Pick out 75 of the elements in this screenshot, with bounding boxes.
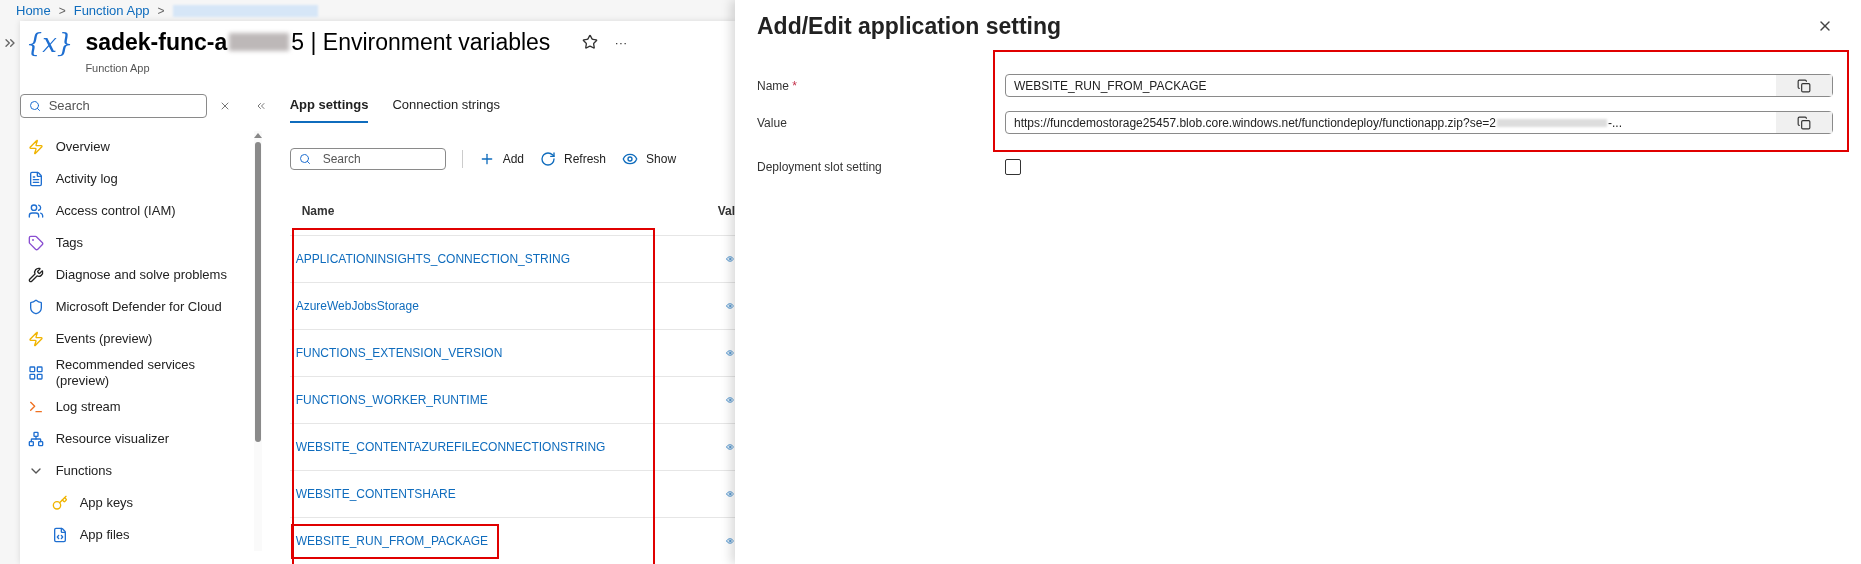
setting-link[interactable]: WEBSITE_CONTENTSHARE	[290, 476, 461, 512]
copy-icon	[1797, 115, 1811, 130]
breadcrumb-link[interactable]: Home	[16, 0, 51, 21]
field-label: Value	[757, 114, 788, 132]
scrollbar[interactable]	[253, 131, 262, 551]
eye-icon[interactable]	[725, 349, 734, 357]
copy-button[interactable]	[1776, 112, 1832, 133]
sidebar-item[interactable]: Recommended services (preview)	[19, 355, 254, 391]
eye-icon[interactable]	[725, 490, 734, 498]
key-icon	[51, 495, 68, 511]
setting-link[interactable]: FUNCTIONS_WORKER_RUNTIME	[290, 382, 493, 418]
copy-button[interactable]	[1776, 75, 1832, 96]
code-file-icon	[51, 527, 68, 543]
field-label: Name *	[757, 77, 799, 95]
sidebar-item[interactable]: Microsoft Defender for Cloud	[19, 291, 254, 323]
sidebar-item[interactable]: App files	[19, 519, 254, 551]
bolt-icon	[27, 331, 44, 347]
text-field[interactable]: WEBSITE_RUN_FROM_PACKAGE	[1005, 74, 1833, 97]
sidebar-item[interactable]: Events (preview)	[19, 323, 254, 355]
search-field[interactable]: Search	[289, 148, 446, 170]
setting-link[interactable]: WEBSITE_RUN_FROM_PACKAGE	[290, 523, 499, 559]
wrench-icon	[27, 267, 44, 283]
setting-link[interactable]: AzureWebJobsStorage	[290, 288, 424, 324]
tag-icon	[27, 235, 44, 251]
sidebar-item[interactable]: Overview	[19, 131, 254, 163]
people-icon	[27, 203, 44, 219]
sidebar-item[interactable]: Diagnose and solve problems	[19, 259, 254, 291]
column-header: Name	[300, 203, 336, 220]
text-field[interactable]: https://funcdemostorage25457.blob.core.windows.net/functiondeploy/functionapp.zip?se=2 -...	[1005, 111, 1833, 134]
breadcrumb-separator: >	[157, 2, 165, 20]
setting-link[interactable]: FUNCTIONS_EXTENSION_VERSION	[290, 335, 508, 371]
page-title: sadek-func-a 5 | Environment variables	[85, 28, 551, 57]
search-icon	[28, 100, 41, 112]
sidebar-item[interactable]: Resource visualizer	[19, 423, 254, 455]
setting-link[interactable]: APPLICATIONINSIGHTS_CONNECTION_STRING	[290, 241, 576, 277]
breadcrumb-separator: >	[58, 2, 66, 20]
terminal-icon	[27, 399, 44, 415]
sidebar-item[interactable]: Log stream	[19, 391, 254, 423]
breadcrumb-link[interactable]: Function App	[73, 0, 150, 21]
tab[interactable]: Connection strings	[392, 89, 501, 123]
search-input[interactable]: Search	[322, 150, 433, 168]
refresh-icon	[540, 151, 556, 167]
tab[interactable]: App settings	[289, 89, 369, 123]
star-icon[interactable]	[582, 34, 599, 51]
search-input[interactable]: Search	[48, 96, 189, 116]
bolt-icon	[27, 139, 44, 155]
sidebar-item[interactable]: Activity log	[19, 163, 254, 195]
panel-title: Add/Edit application setting	[757, 11, 1062, 41]
eye-icon[interactable]	[725, 537, 734, 545]
toolbar-button[interactable]: Show	[622, 150, 677, 168]
sidebar-item[interactable]: Tags	[19, 227, 254, 259]
eye-icon	[622, 151, 639, 167]
grid-icon	[27, 365, 44, 381]
document-icon	[27, 171, 44, 187]
more-button[interactable]: ···	[614, 32, 628, 52]
shield-icon	[27, 299, 44, 315]
field-label: Deployment slot setting	[757, 159, 883, 176]
eye-icon[interactable]	[725, 396, 734, 404]
page-subtitle: Function App	[85, 60, 151, 76]
toolbar-button[interactable]: Refresh	[540, 150, 607, 168]
copy-icon	[1797, 78, 1811, 93]
variable-icon: {x}	[25, 25, 74, 61]
checkbox[interactable]	[1005, 159, 1021, 175]
search-icon	[298, 153, 311, 165]
column-header: Val	[717, 203, 735, 220]
sidebar-item[interactable]: App keys	[19, 487, 254, 519]
eye-icon[interactable]	[725, 255, 734, 263]
setting-link[interactable]: WEBSITE_CONTENTAZUREFILECONNECTIONSTRING	[290, 429, 611, 465]
toolbar-button[interactable]: Add	[478, 150, 524, 168]
sidebar-item[interactable]: Access control (IAM)	[19, 195, 254, 227]
eye-icon[interactable]	[725, 443, 734, 451]
search-field[interactable]: Search	[19, 94, 207, 118]
network-icon	[27, 431, 44, 447]
eye-icon[interactable]	[725, 302, 734, 310]
sidebar-item[interactable]: Functions	[19, 455, 254, 487]
